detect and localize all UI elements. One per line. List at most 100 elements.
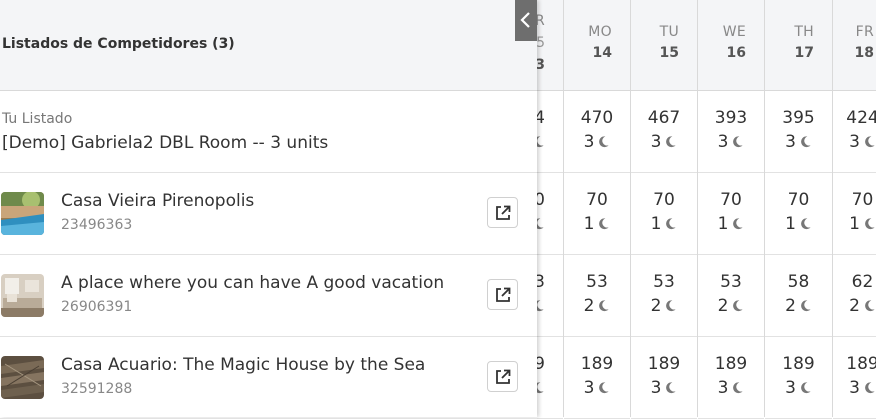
external-link-icon bbox=[496, 369, 511, 384]
calendar-cell[interactable]: 53 2 bbox=[564, 255, 630, 337]
price: 70 bbox=[653, 190, 675, 210]
open-listing-button[interactable] bbox=[487, 197, 518, 228]
nights-count: 3 bbox=[650, 132, 662, 152]
collapse-panel-button[interactable] bbox=[515, 0, 537, 41]
calendar-cell[interactable]: 189 3 bbox=[698, 337, 764, 419]
day-of-week: MO bbox=[588, 24, 612, 40]
competitor-id: 23496363 bbox=[61, 217, 133, 233]
nights-count: 3 bbox=[849, 132, 860, 152]
calendar-cell[interactable]: 53 2 bbox=[698, 255, 764, 337]
competitor-row: A place where you can have A good vacati… bbox=[0, 255, 537, 337]
competitor-name[interactable]: Casa Acuario: The Magic House by the Sea bbox=[61, 355, 425, 375]
calendar-day-header: WE 16 bbox=[698, 0, 764, 91]
moon-icon bbox=[731, 381, 744, 394]
price: 189 bbox=[647, 354, 681, 374]
calendar-cell[interactable]: 70 1 bbox=[833, 173, 876, 255]
nights-count: 3 bbox=[785, 132, 796, 152]
price: 467 bbox=[647, 108, 681, 128]
moon-icon bbox=[863, 217, 876, 230]
calendar-day-header: MO 14 bbox=[564, 0, 630, 91]
open-listing-button[interactable] bbox=[487, 279, 518, 310]
nights-count: 3 bbox=[785, 378, 796, 398]
moon-icon bbox=[799, 135, 812, 148]
nights-count: 1 bbox=[583, 214, 595, 234]
competitor-row: Casa Acuario: The Magic House by the Sea… bbox=[0, 337, 537, 419]
competitor-row: Casa Vieira Pirenopolis 23496363 bbox=[0, 173, 537, 255]
calendar-column: TH 17 395 3 70 1 58 2 189 3 bbox=[764, 0, 832, 419]
calendar-cell[interactable]: 395 3 bbox=[765, 91, 832, 173]
nights-count: 2 bbox=[785, 296, 796, 316]
calendar-cell[interactable]: 70 1 bbox=[698, 173, 764, 255]
day-number: 18 bbox=[854, 45, 874, 61]
nights: 1 bbox=[765, 214, 832, 234]
nights-count: 3 bbox=[717, 132, 729, 152]
nights-count: 1 bbox=[785, 214, 796, 234]
moon-icon bbox=[799, 299, 812, 312]
nights: 3 bbox=[631, 378, 697, 398]
calendar-day-header: FR 18 bbox=[833, 0, 876, 91]
calendar-day-header: TH 17 bbox=[765, 0, 832, 91]
nights: 2 bbox=[765, 296, 832, 316]
nights: 3 bbox=[564, 378, 630, 398]
calendar-cell[interactable]: 58 2 bbox=[765, 255, 832, 337]
day-number: 16 bbox=[726, 45, 746, 61]
competitor-name[interactable]: Casa Vieira Pirenopolis bbox=[61, 191, 254, 211]
price: 395 bbox=[782, 108, 815, 128]
moon-icon bbox=[863, 299, 876, 312]
calendar-cell[interactable]: 424 3 bbox=[833, 91, 876, 173]
open-listing-button[interactable] bbox=[487, 361, 518, 392]
nights: 3 bbox=[631, 132, 697, 152]
competitor-id: 32591288 bbox=[61, 381, 133, 397]
price: 70 bbox=[851, 190, 874, 210]
calendar-cell[interactable]: 189 3 bbox=[564, 337, 630, 419]
price: 189 bbox=[580, 354, 614, 374]
calendar-cell[interactable]: 53 2 bbox=[631, 255, 697, 337]
competitor-name[interactable]: A place where you can have A good vacati… bbox=[61, 273, 444, 293]
moon-icon bbox=[731, 135, 744, 148]
price: 189 bbox=[846, 354, 876, 374]
moon-icon bbox=[731, 299, 744, 312]
nights-count: 1 bbox=[849, 214, 860, 234]
nights: 3 bbox=[833, 378, 876, 398]
own-listing-row: Tu Listado [Demo] Gabriela2 DBL Room -- … bbox=[0, 91, 537, 173]
nights-count: 1 bbox=[717, 214, 729, 234]
day-of-week: TU bbox=[659, 24, 679, 40]
moon-icon bbox=[664, 217, 677, 230]
calendar-cell[interactable]: 189 3 bbox=[631, 337, 697, 419]
panel-title: Listados de Competidores (3) bbox=[2, 36, 235, 52]
calendar-cell[interactable]: 70 1 bbox=[564, 173, 630, 255]
calendar-cell[interactable]: 189 3 bbox=[765, 337, 832, 419]
nights-count: 2 bbox=[849, 296, 860, 316]
moon-icon bbox=[664, 135, 677, 148]
calendar-cell[interactable]: 70 1 bbox=[631, 173, 697, 255]
day-of-week: TH bbox=[794, 24, 814, 40]
own-listing-label: Tu Listado bbox=[2, 111, 73, 127]
price: 70 bbox=[720, 190, 742, 210]
nights: 3 bbox=[765, 132, 832, 152]
nights: 3 bbox=[833, 132, 876, 152]
moon-icon bbox=[731, 217, 744, 230]
nights: 1 bbox=[833, 214, 876, 234]
nights: 3 bbox=[698, 378, 764, 398]
moon-icon bbox=[799, 217, 812, 230]
price: 470 bbox=[580, 108, 614, 128]
moon-icon bbox=[664, 299, 677, 312]
calendar-cell[interactable]: 467 3 bbox=[631, 91, 697, 173]
nights-count: 3 bbox=[849, 378, 860, 398]
calendar-cell[interactable]: 393 3 bbox=[698, 91, 764, 173]
external-link-icon bbox=[496, 287, 511, 302]
price: 53 bbox=[586, 272, 608, 292]
moon-icon bbox=[597, 299, 610, 312]
calendar-cell[interactable]: 70 1 bbox=[765, 173, 832, 255]
price: 58 bbox=[787, 272, 810, 292]
nights: 3 bbox=[765, 378, 832, 398]
calendar-column: TU 15 467 3 70 1 53 2 189 3 bbox=[630, 0, 697, 419]
calendar-cell[interactable]: 189 3 bbox=[833, 337, 876, 419]
external-link-icon bbox=[496, 205, 511, 220]
calendar-cell[interactable]: 470 3 bbox=[564, 91, 630, 173]
calendar-cell[interactable]: 62 2 bbox=[833, 255, 876, 337]
nights-count: 3 bbox=[650, 378, 662, 398]
nights: 2 bbox=[833, 296, 876, 316]
calendar-column: WE 16 393 3 70 1 53 2 189 3 bbox=[697, 0, 764, 419]
price: 424 bbox=[846, 108, 876, 128]
